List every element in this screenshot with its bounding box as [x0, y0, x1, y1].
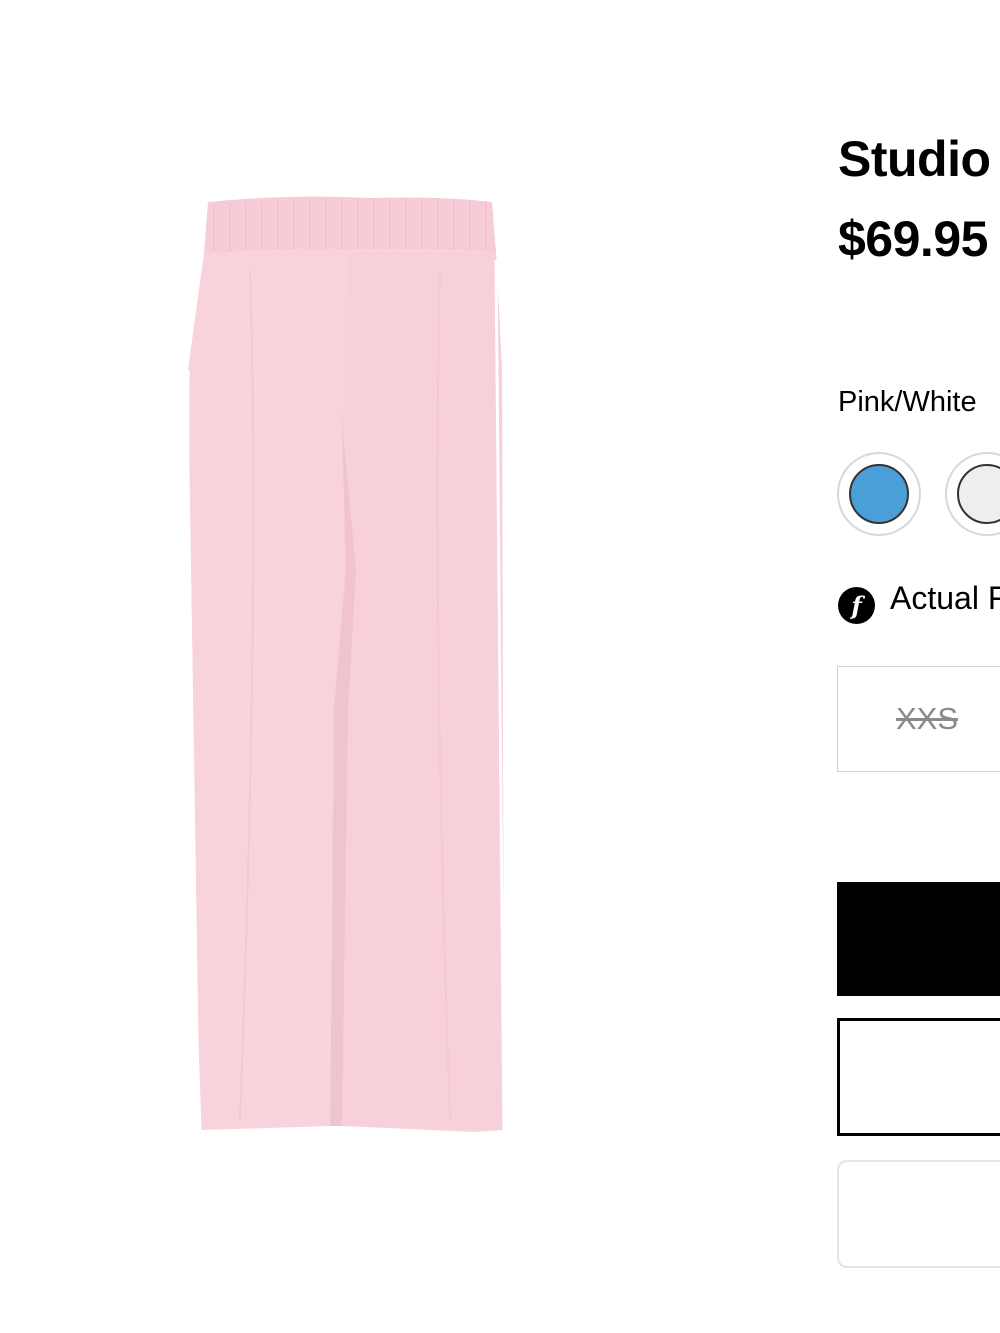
tertiary-action-button[interactable] — [837, 1160, 1000, 1268]
left-leg — [188, 252, 348, 1130]
color-swatch-blue[interactable] — [837, 452, 921, 536]
fit-info-label: Actual F — [890, 580, 1000, 616]
pants-illustration — [186, 196, 506, 1133]
color-swatch-white-dot — [957, 464, 1000, 524]
waistband — [204, 196, 496, 254]
product-price: $69.95 — [838, 211, 988, 267]
product-image[interactable] — [170, 190, 530, 1140]
color-swatch-blue-dot — [849, 464, 909, 524]
fit-info-icon: f — [838, 587, 875, 624]
color-swatch-white[interactable] — [945, 452, 1000, 536]
secondary-action-button[interactable] — [837, 1018, 1000, 1136]
add-to-bag-button[interactable] — [837, 882, 1000, 996]
product-title: Studio — [838, 131, 991, 187]
selected-color-label: Pink/White — [838, 386, 977, 418]
product-page: Studio $69.95 Pink/White f Actual F XXS — [0, 0, 1000, 1333]
right-leg — [332, 252, 504, 1130]
size-option-label: XXS — [896, 701, 959, 736]
size-option-xxs[interactable]: XXS — [837, 666, 1000, 772]
